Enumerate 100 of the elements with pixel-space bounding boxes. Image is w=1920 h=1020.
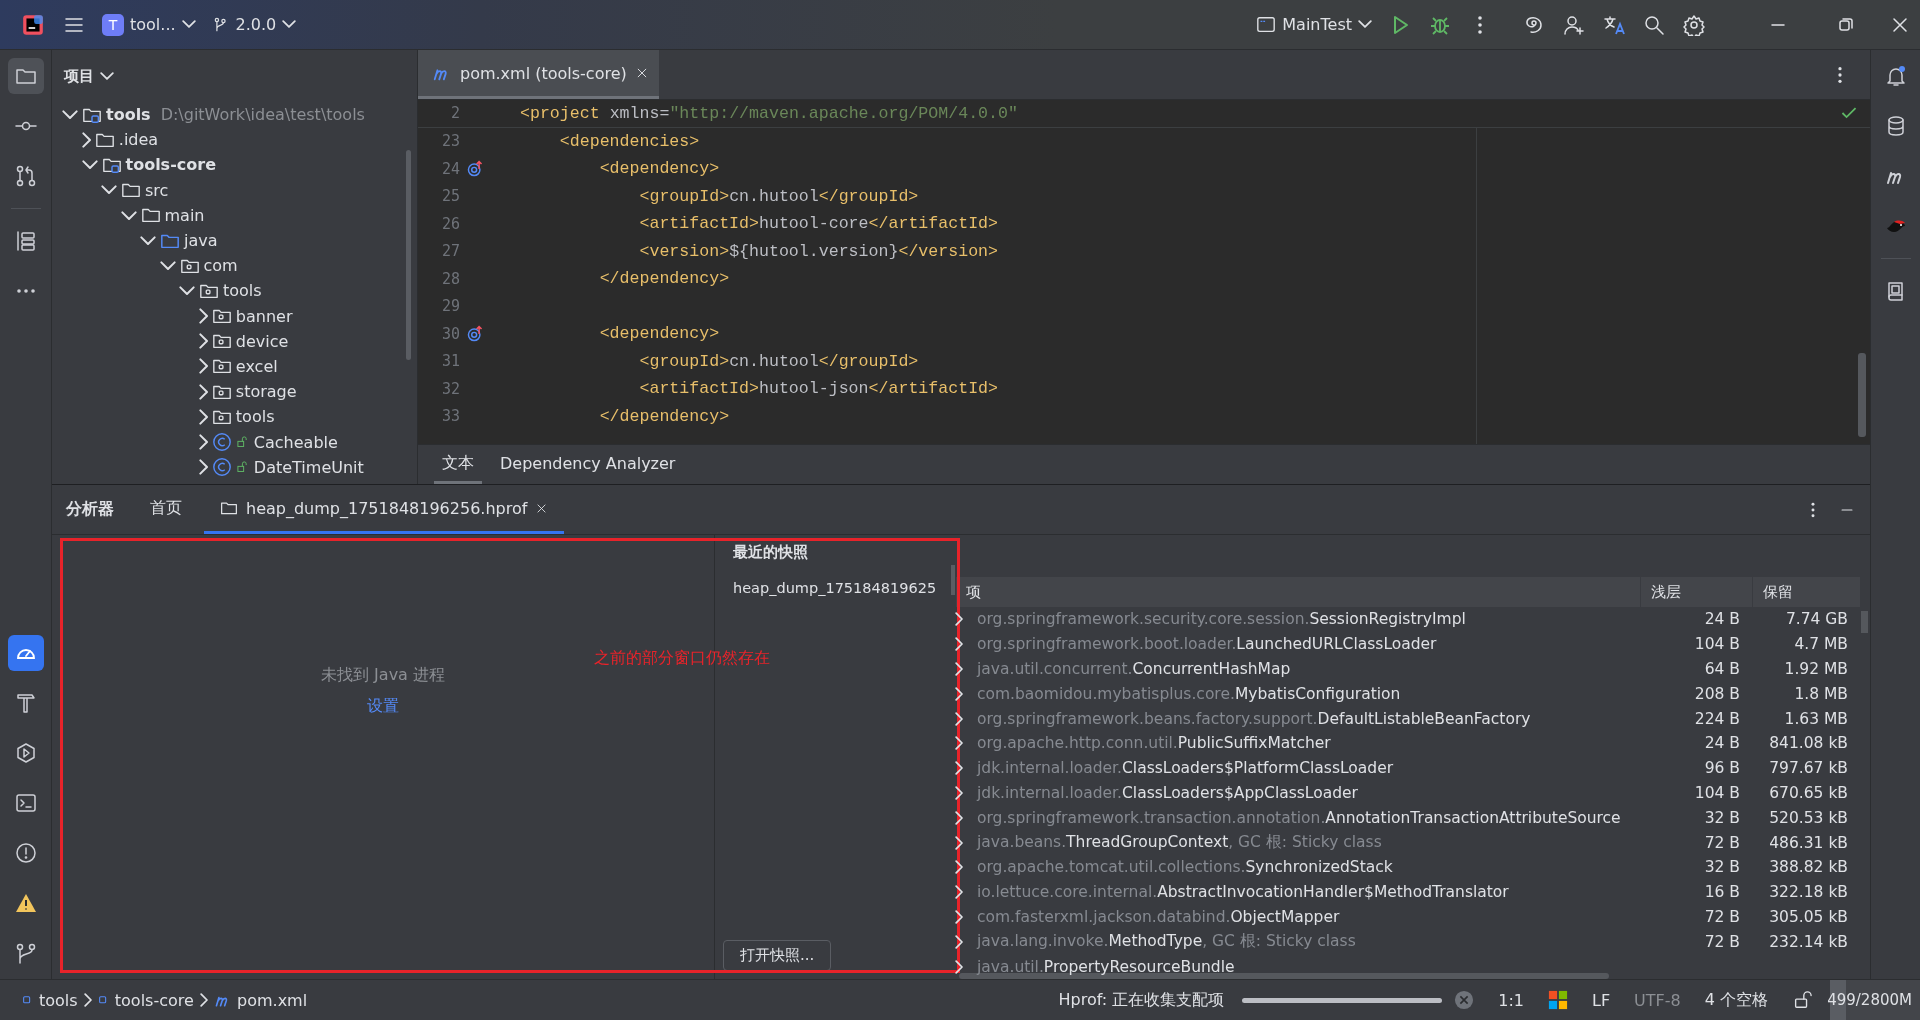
- cancel-icon[interactable]: [1454, 990, 1475, 1010]
- chevron-right-icon[interactable]: [955, 662, 964, 676]
- table-cell-text: org.apache.tomcat.util.collections.SynchronizedStack: [977, 858, 1394, 877]
- chevron-right-icon[interactable]: [955, 686, 964, 701]
- notifications-icon[interactable]: [1884, 65, 1907, 87]
- chevron-right-icon[interactable]: [955, 934, 964, 949]
- search-icon[interactable]: [1643, 13, 1665, 36]
- table-cell-text: 64 B: [1703, 660, 1741, 678]
- line-number: 24: [440, 159, 460, 178]
- table-cell-text: 797.67 kB: [1768, 759, 1849, 778]
- editor-mode-tab[interactable]: Dependency Analyzer: [492, 445, 684, 484]
- code-line: <dependency>: [598, 324, 720, 344]
- chevron-right-icon[interactable]: [955, 612, 964, 627]
- table-cell-text: com.baomidou.mybatisplus.core.MybatisConfiguration: [977, 684, 1402, 703]
- branch-selector[interactable]: 2.0.0: [203, 9, 305, 40]
- translate-icon[interactable]: [1603, 13, 1625, 36]
- tree-item[interactable]: tools-core: [52, 152, 417, 178]
- tree-item[interactable]: tools: [52, 404, 417, 430]
- tree-item[interactable]: tools: [52, 278, 417, 304]
- tree-item[interactable]: main: [52, 202, 417, 228]
- empty-message: 未找到 Java 进程: [321, 665, 445, 686]
- table-cell-text: 208 B: [1693, 684, 1741, 703]
- app-logo-icon[interactable]: [21, 12, 45, 37]
- tree-item[interactable]: excel: [52, 353, 417, 380]
- line-ending[interactable]: LF: [1579, 990, 1623, 1010]
- table-cell-text: 305.05 kB: [1768, 907, 1849, 926]
- override-marker-icon[interactable]: [466, 324, 484, 343]
- tree-item[interactable]: banner: [52, 303, 417, 329]
- unlock-icon[interactable]: [1792, 990, 1812, 1010]
- tree-item[interactable]: .idea: [52, 127, 417, 153]
- windows-logo-icon[interactable]: [1547, 990, 1568, 1010]
- table-cell-text: 1.8 MB: [1793, 684, 1849, 703]
- chevron-right-icon[interactable]: [955, 785, 964, 800]
- chevron-right-icon[interactable]: [955, 711, 964, 726]
- scrollbar[interactable]: [1861, 611, 1868, 633]
- table-cell-text: 4.7 MB: [1793, 635, 1849, 654]
- table-cell-text: java.lang.invoke.MethodType, GC 根: Sticky class: [977, 931, 1357, 953]
- tree-item[interactable]: device: [52, 328, 417, 354]
- snapshot-item[interactable]: heap_dump_175184819625: [733, 580, 937, 596]
- breadcrumb[interactable]: pom.xml: [208, 990, 314, 1010]
- indent-setting[interactable]: 4 个空格: [1692, 989, 1780, 1011]
- chevron-right-icon[interactable]: [955, 810, 964, 825]
- chevron-right-icon[interactable]: [955, 736, 964, 751]
- line-number: 31: [440, 352, 460, 371]
- chevron-right-icon[interactable]: [955, 761, 964, 776]
- editor-tab[interactable]: pom.xml (tools-core): [418, 50, 659, 99]
- open-snapshot-button[interactable]: 打开快照...: [723, 940, 832, 971]
- tree-item[interactable]: storage: [52, 379, 417, 405]
- settings-icon[interactable]: [1683, 13, 1705, 36]
- override-marker-icon[interactable]: [466, 159, 484, 178]
- tree-item[interactable]: Cacheable: [52, 429, 417, 455]
- structure-icon[interactable]: [14, 230, 37, 252]
- chevron-right-icon[interactable]: [955, 909, 964, 924]
- line-number: 30: [440, 324, 460, 343]
- column-header[interactable]: 项: [955, 577, 1640, 607]
- chevron-right-icon[interactable]: [955, 860, 964, 875]
- line-number: 27: [440, 242, 460, 261]
- breadcrumb[interactable]: tools: [16, 990, 84, 1010]
- class-icon: [211, 432, 232, 453]
- hammer-icon[interactable]: [14, 692, 37, 714]
- warning-icon[interactable]: [14, 892, 37, 914]
- problems-icon[interactable]: [14, 842, 37, 864]
- project-selector[interactable]: T tool...: [94, 7, 204, 42]
- profiler-tab[interactable]: heap_dump_1751848196256.hprof: [204, 485, 565, 534]
- chevron-right-icon[interactable]: [955, 835, 964, 850]
- table-cell-text: 72 B: [1703, 833, 1741, 852]
- caret-position[interactable]: 1:1: [1486, 990, 1536, 1010]
- tree-item[interactable]: com: [52, 253, 417, 279]
- memory-indicator[interactable]: 499/2800M: [1830, 980, 1920, 1020]
- tree-item[interactable]: tools D:\gitWork\idea\test\tools: [52, 102, 417, 128]
- close-icon: [535, 501, 549, 515]
- tree-item[interactable]: java: [52, 227, 417, 254]
- unlock-icon: [235, 435, 250, 450]
- code-line: <groupId>cn.hutool</groupId>: [638, 351, 919, 371]
- table-cell-text: 388.82 kB: [1768, 858, 1849, 877]
- terminal-icon[interactable]: [14, 792, 37, 814]
- table-cell-text: io.lettuce.core.internal.AbstractInvocationHandler$MethodTranslator: [977, 883, 1510, 902]
- scrollbar[interactable]: [1858, 352, 1866, 437]
- code-line: <artifactId>hutool-core</artifactId>: [638, 214, 998, 234]
- code-line: <groupId>cn.hutool</groupId>: [638, 186, 919, 206]
- scrollbar[interactable]: [406, 150, 411, 360]
- line-number: 29: [440, 297, 460, 316]
- column-header[interactable]: 浅层: [1640, 577, 1752, 607]
- chevron-right-icon[interactable]: [955, 959, 964, 974]
- scrollbar[interactable]: [959, 973, 1609, 979]
- panel-title[interactable]: 项目: [64, 66, 114, 86]
- profiler-tab[interactable]: 首页: [134, 485, 198, 534]
- pull-request-icon[interactable]: [14, 165, 37, 187]
- column-header[interactable]: 保留: [1752, 577, 1860, 607]
- run-config-selector[interactable]: MainTest: [1248, 8, 1380, 41]
- scrollbar[interactable]: [951, 565, 955, 595]
- tree-item[interactable]: DateTimeUnit: [52, 454, 417, 480]
- chevron-right-icon[interactable]: [955, 637, 964, 652]
- play-icon[interactable]: [14, 742, 37, 764]
- git-branch-icon[interactable]: [14, 942, 37, 964]
- chevron-right-icon[interactable]: [955, 885, 964, 900]
- add-user-icon[interactable]: [1563, 13, 1585, 36]
- table-cell-text: 322.18 kB: [1768, 883, 1849, 902]
- breadcrumb[interactable]: tools-core: [91, 990, 200, 1010]
- tree-item[interactable]: src: [52, 177, 417, 203]
